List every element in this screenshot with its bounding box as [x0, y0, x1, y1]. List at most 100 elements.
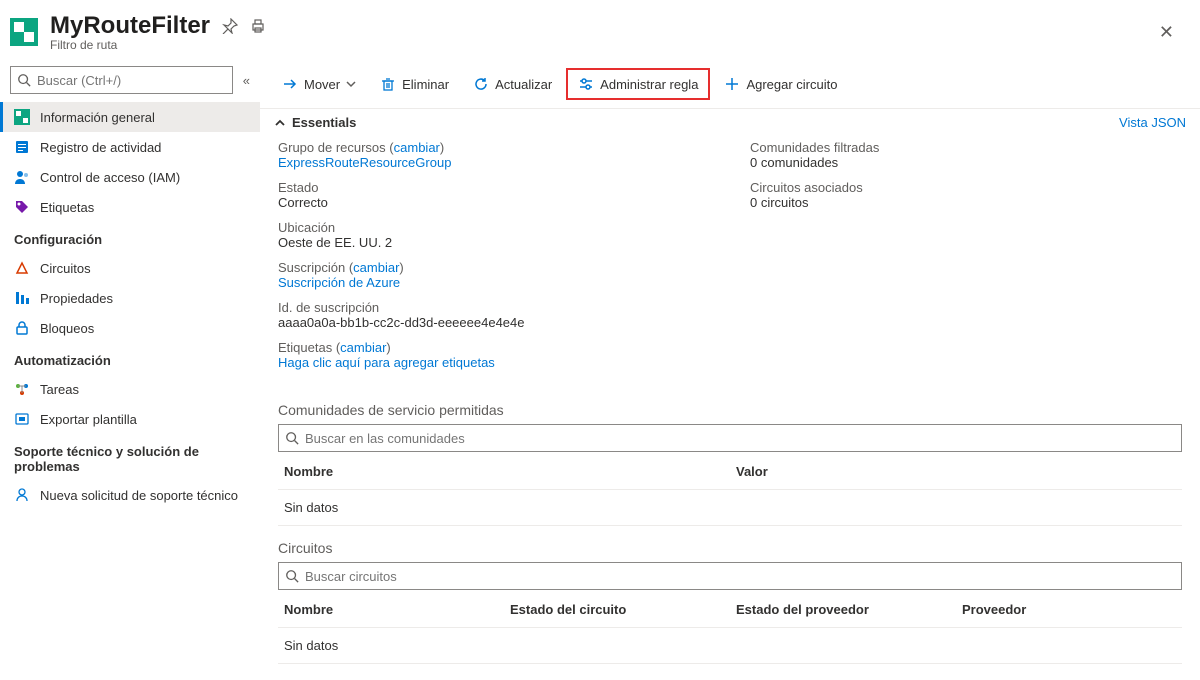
change-subscription-link[interactable]: cambiar [353, 260, 399, 275]
sidebar-item-properties[interactable]: Propiedades [0, 283, 260, 313]
associated-circuits-value: 0 circuitos [750, 195, 1182, 210]
subscription-value[interactable]: Suscripción de Azure [278, 275, 710, 290]
sidebar-item-iam[interactable]: Control de acceso (IAM) [0, 162, 260, 192]
sidebar-item-label: Etiquetas [40, 200, 94, 215]
search-icon [17, 73, 31, 87]
location-value: Oeste de EE. UU. 2 [278, 235, 710, 250]
route-filter-icon [14, 109, 30, 125]
sidebar-item-locks[interactable]: Bloqueos [0, 313, 260, 343]
state-label: Estado [278, 180, 710, 195]
col-name[interactable]: Nombre [278, 454, 730, 490]
manage-rule-button[interactable]: Administrar regla [566, 68, 710, 100]
filtered-communities-label: Comunidades filtradas [750, 140, 1182, 155]
chevron-down-icon [346, 79, 356, 89]
essentials-toggle[interactable]: Essentials [274, 115, 356, 130]
subscription-id-value: aaaa0a0a-bb1b-cc2c-dd3d-eeeeee4e4e4e [278, 315, 710, 330]
no-data-cell: Sin datos [278, 628, 1182, 664]
tags-value[interactable]: Haga clic aquí para agregar etiquetas [278, 355, 710, 370]
filtered-communities-value: 0 comunidades [750, 155, 1182, 170]
sidebar-item-label: Control de acceso (IAM) [40, 170, 180, 185]
iam-icon [14, 169, 30, 185]
sidebar-item-export-template[interactable]: Exportar plantilla [0, 404, 260, 434]
sidebar-item-new-support-request[interactable]: Nueva solicitud de soporte técnico [0, 480, 260, 510]
sidebar-search[interactable] [10, 66, 233, 94]
page-header: MyRouteFilter Filtro de ruta ✕ [0, 0, 1200, 60]
sidebar-item-activity-log[interactable]: Registro de actividad [0, 132, 260, 162]
json-view-link[interactable]: Vista JSON [1119, 115, 1186, 130]
col-provider-state[interactable]: Estado del proveedor [730, 592, 956, 628]
communities-table: Nombre Valor Sin datos [278, 454, 1182, 526]
col-value[interactable]: Valor [730, 454, 1182, 490]
delete-button[interactable]: Eliminar [370, 70, 459, 98]
export-template-icon [14, 411, 30, 427]
circuits-icon [14, 260, 30, 276]
circuits-search[interactable] [278, 562, 1182, 590]
circuits-title: Circuitos [278, 540, 1182, 556]
move-button[interactable]: Mover [272, 70, 366, 98]
sidebar-item-label: Tareas [40, 382, 79, 397]
command-bar: Mover Eliminar Actualizar Administrar re… [260, 60, 1200, 109]
chevron-up-icon [274, 117, 286, 129]
page-title: MyRouteFilter [50, 12, 210, 40]
route-filter-icon [10, 18, 38, 46]
move-icon [282, 76, 298, 92]
circuits-table: Nombre Estado del circuito Estado del pr… [278, 592, 1182, 664]
tags-label: Etiquetas [278, 340, 332, 355]
add-icon [724, 76, 740, 92]
communities-search[interactable] [278, 424, 1182, 452]
add-circuit-button[interactable]: Agregar circuito [714, 70, 847, 98]
col-circuit-state[interactable]: Estado del circuito [504, 592, 730, 628]
resource-group-label: Grupo de recursos [278, 140, 386, 155]
pin-icon[interactable] [222, 18, 238, 34]
sidebar: « Información general Registro de activi… [0, 60, 260, 680]
refresh-button[interactable]: Actualizar [463, 70, 562, 98]
properties-icon [14, 290, 30, 306]
sidebar-item-label: Bloqueos [40, 321, 94, 336]
print-icon[interactable] [250, 18, 266, 34]
tasks-icon [14, 381, 30, 397]
subscription-id-label: Id. de suscripción [278, 300, 710, 315]
search-icon [285, 431, 299, 445]
sidebar-item-label: Propiedades [40, 291, 113, 306]
lock-icon [14, 320, 30, 336]
tag-icon [14, 199, 30, 215]
col-provider[interactable]: Proveedor [956, 592, 1182, 628]
page-subtitle: Filtro de ruta [50, 38, 266, 52]
support-icon [14, 487, 30, 503]
sidebar-item-label: Circuitos [40, 261, 91, 276]
associated-circuits-label: Circuitos asociados [750, 180, 1182, 195]
refresh-icon [473, 76, 489, 92]
communities-section: Comunidades de servicio permitidas Nombr… [260, 392, 1200, 530]
sidebar-item-label: Registro de actividad [40, 140, 161, 155]
sidebar-search-input[interactable] [37, 73, 226, 88]
sidebar-item-circuits[interactable]: Circuitos [0, 253, 260, 283]
sidebar-item-label: Exportar plantilla [40, 412, 137, 427]
sidebar-item-label: Información general [40, 110, 155, 125]
state-value: Correcto [278, 195, 710, 210]
location-label: Ubicación [278, 220, 710, 235]
sidebar-item-overview[interactable]: Información general [0, 102, 260, 132]
activity-log-icon [14, 139, 30, 155]
table-row: Sin datos [278, 490, 1182, 526]
close-button[interactable]: ✕ [1151, 18, 1182, 47]
sidebar-item-label: Nueva solicitud de soporte técnico [40, 488, 238, 503]
circuits-section: Circuitos Nombre Estado del circuito Est… [260, 530, 1200, 668]
search-icon [285, 569, 299, 583]
essentials-panel: Grupo de recursos (cambiar) ExpressRoute… [260, 136, 1200, 392]
resource-group-value[interactable]: ExpressRouteResourceGroup [278, 155, 710, 170]
delete-icon [380, 76, 396, 92]
sidebar-item-tasks[interactable]: Tareas [0, 374, 260, 404]
sidebar-section-support: Soporte técnico y solución de problemas [0, 434, 260, 480]
communities-search-input[interactable] [305, 431, 1175, 446]
collapse-sidebar-icon[interactable]: « [243, 73, 250, 88]
col-name[interactable]: Nombre [278, 592, 504, 628]
sidebar-section-config: Configuración [0, 222, 260, 253]
sidebar-item-tags[interactable]: Etiquetas [0, 192, 260, 222]
change-tags-link[interactable]: cambiar [340, 340, 386, 355]
communities-title: Comunidades de servicio permitidas [278, 402, 1182, 418]
subscription-label: Suscripción [278, 260, 345, 275]
sidebar-section-automation: Automatización [0, 343, 260, 374]
change-resource-group-link[interactable]: cambiar [394, 140, 440, 155]
circuits-search-input[interactable] [305, 569, 1175, 584]
main-content: Mover Eliminar Actualizar Administrar re… [260, 60, 1200, 680]
